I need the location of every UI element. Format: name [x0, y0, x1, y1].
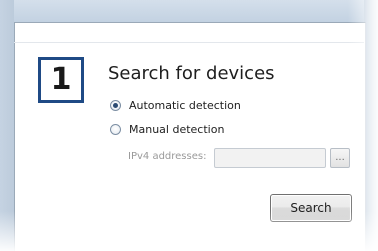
automatic-detection-radio[interactable]	[110, 100, 121, 111]
ipv4-browse-button[interactable]: ...	[330, 148, 350, 168]
window-titlebar	[0, 0, 378, 22]
radio-selected-dot	[113, 103, 118, 108]
content-divider	[14, 42, 364, 43]
automatic-detection-option[interactable]: Automatic detection	[110, 99, 241, 112]
window-frame-left	[0, 0, 14, 251]
step-number: 1	[50, 62, 72, 97]
step-number-badge: 1	[38, 57, 84, 103]
automatic-detection-label: Automatic detection	[129, 99, 241, 112]
manual-detection-label: Manual detection	[129, 123, 225, 136]
ipv4-addresses-label: IPv4 addresses:	[128, 151, 207, 162]
manual-detection-radio[interactable]	[110, 124, 121, 135]
search-devices-screen: 1 Search for devices Automatic detection…	[0, 0, 378, 251]
ipv4-addresses-input[interactable]	[214, 148, 326, 168]
search-button[interactable]: Search	[270, 194, 352, 222]
step-title: Search for devices	[108, 63, 275, 84]
window-frame-right	[364, 0, 378, 251]
manual-detection-option[interactable]: Manual detection	[110, 123, 224, 136]
